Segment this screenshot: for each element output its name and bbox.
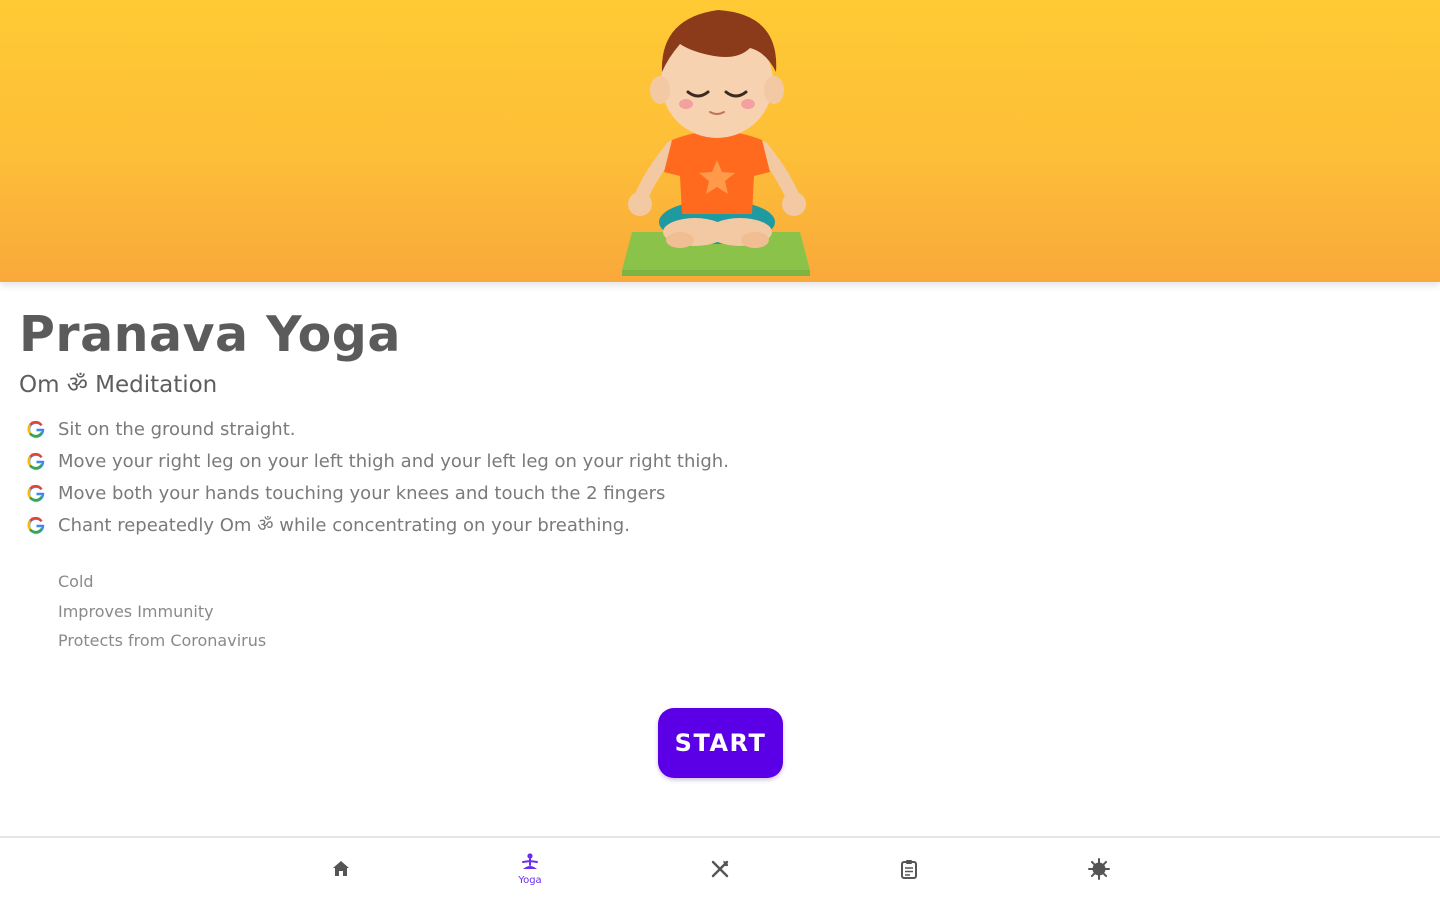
fork-knife-icon — [711, 860, 729, 878]
instruction-text: Chant repeatedly Om ॐ while concentratin… — [58, 515, 630, 536]
instruction-item: Move both your hands touching your knees… — [26, 477, 729, 509]
benefits-list: Cold Improves Immunity Protects from Cor… — [58, 567, 266, 656]
nav-item-covid[interactable] — [1039, 838, 1159, 900]
clipboard-icon — [901, 860, 917, 879]
benefit-item: Protects from Coronavirus — [58, 631, 267, 650]
page-title: Pranava Yoga — [19, 306, 401, 363]
yoga-icon — [522, 852, 538, 869]
instruction-item: Move your right leg on your left thigh a… — [26, 445, 729, 477]
nav-item-diet[interactable] — [660, 838, 780, 900]
home-icon — [333, 861, 349, 876]
app-root: Pranava Yoga Om ॐ Meditation Sit on the … — [0, 0, 1440, 900]
nav-label-yoga: Yoga — [518, 874, 542, 886]
hero-banner — [0, 0, 1440, 282]
google-g-icon — [27, 452, 45, 470]
benefit-item: Cold — [58, 572, 94, 591]
bottom-navigation: Yoga — [0, 836, 1440, 900]
instruction-item: Sit on the ground straight. — [26, 413, 729, 445]
instruction-item: Chant repeatedly Om ॐ while concentratin… — [26, 509, 729, 541]
nav-item-yoga[interactable]: Yoga — [470, 838, 590, 900]
instruction-list: Sit on the ground straight. Move your ri… — [26, 413, 729, 541]
virus-icon — [1088, 858, 1110, 880]
google-g-icon — [27, 420, 45, 438]
instruction-text: Move both your hands touching your knees… — [58, 482, 666, 504]
google-g-icon — [27, 484, 45, 502]
instruction-text: Move your right leg on your left thigh a… — [58, 450, 729, 472]
nav-item-notes[interactable] — [849, 838, 969, 900]
benefit-item: Improves Immunity — [58, 601, 214, 621]
child-meditating-illustration — [622, 10, 810, 276]
instruction-text: Sit on the ground straight. — [58, 418, 296, 440]
start-button[interactable]: START — [658, 708, 783, 778]
page-subtitle: Om ॐ Meditation — [19, 372, 218, 398]
nav-item-home[interactable] — [281, 838, 401, 900]
google-g-icon — [27, 516, 45, 534]
